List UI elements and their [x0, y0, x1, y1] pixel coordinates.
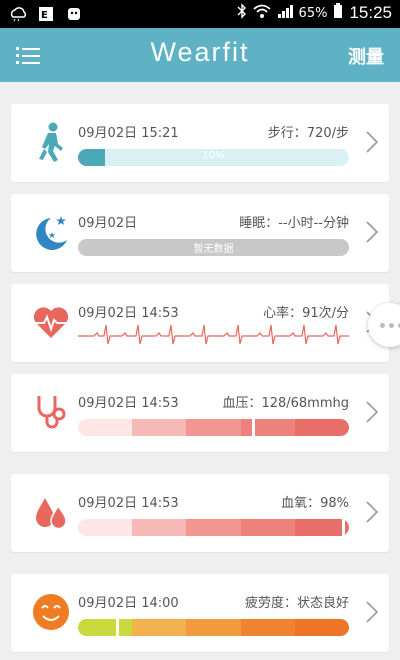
scale-segment: [294, 419, 349, 436]
battery-icon: [333, 3, 343, 23]
scale-segment: [186, 619, 241, 636]
wifi-icon: [252, 3, 271, 23]
sleep-card[interactable]: 09月02日 睡眠：--小时--分钟 暂无数据: [11, 194, 389, 272]
steps-card[interactable]: 09月02日 15:21 步行：720/步 10%: [11, 104, 389, 182]
chevron-right-icon: [365, 600, 379, 624]
blood-pressure-card[interactable]: 09月02日 14:53 血压：128/68mmhg: [11, 374, 389, 452]
fatigue-card[interactable]: 09月02日 14:00 疲劳度：状态良好: [11, 574, 389, 652]
blood-oxygen-scale: [78, 519, 349, 536]
scale-segment: [186, 519, 241, 536]
health-card-list: 09月02日 15:21 步行：720/步 10% 09月02日 睡眠：--小时…: [0, 82, 400, 660]
battery-percent: 65%: [298, 5, 328, 21]
chevron-right-icon: [365, 400, 379, 424]
measure-button[interactable]: 测量: [348, 43, 384, 69]
scale-segment: [240, 619, 295, 636]
chevron-right-icon: [365, 130, 379, 154]
chevron-right-icon: [365, 220, 379, 244]
fatigue-time: 09月02日 14:00: [78, 596, 179, 611]
fatigue-scale: [78, 619, 349, 636]
scale-segment: [186, 419, 241, 436]
steps-time: 09月02日 15:21: [78, 126, 179, 141]
status-bar: E 65% 15:25: [0, 0, 400, 28]
scale-segment: [132, 519, 187, 536]
weather-icon: [8, 4, 28, 24]
scale-segment: [294, 619, 349, 636]
sleep-bar: 暂无数据: [78, 239, 349, 256]
heart-rate-time: 09月02日 14:53: [78, 306, 179, 321]
signal-icon: [277, 3, 293, 23]
scale-segment: [78, 419, 133, 436]
ecg-waveform: [78, 324, 349, 345]
moon-star-icon: [31, 210, 71, 254]
heart-rate-reading: 心率：91次/分: [263, 306, 349, 321]
heart-pulse-icon: [31, 300, 71, 344]
blood-oxygen-card[interactable]: 09月02日 14:53 血氧：98%: [11, 474, 389, 552]
scale-segment: [294, 519, 349, 536]
dot-icon: [379, 322, 385, 328]
clock: 15:25: [349, 3, 392, 22]
walking-icon: [31, 120, 71, 164]
steps-reading: 步行：720/步: [267, 126, 349, 141]
stethoscope-icon: [31, 390, 71, 434]
fatigue-reading: 疲劳度：状态良好: [244, 596, 349, 611]
steps-progress-text: 10%: [202, 150, 225, 161]
sleep-time: 09月02日: [78, 216, 138, 231]
news-icon: E: [36, 4, 56, 24]
fatigue-marker: [116, 619, 119, 636]
scale-segment: [132, 419, 187, 436]
bluetooth-icon: [237, 3, 247, 23]
dot-icon: [388, 322, 394, 328]
blood-oxygen-marker: [342, 519, 345, 536]
blood-pressure-marker: [252, 419, 255, 436]
scale-segment: [132, 619, 187, 636]
heart-rate-card[interactable]: 09月02日 14:53 心率：91次/分: [11, 284, 389, 362]
svg-text:E: E: [41, 10, 48, 21]
android-icon: [64, 4, 84, 24]
blood-oxygen-time: 09月02日 14:53: [78, 496, 179, 511]
steps-progress-bar: 10%: [78, 149, 349, 166]
sleep-reading: 睡眠：--小时--分钟: [239, 216, 349, 231]
blood-pressure-time: 09月02日 14:53: [78, 396, 179, 411]
blood-pressure-scale: [78, 419, 349, 436]
app-title: Wearfit: [150, 37, 250, 67]
scale-segment: [78, 619, 133, 636]
blood-pressure-reading: 血压：128/68mmhg: [222, 396, 349, 411]
scale-segment: [240, 519, 295, 536]
blood-oxygen-reading: 血氧：98%: [281, 496, 349, 511]
app-header: Wearfit 测量: [0, 28, 400, 82]
scale-segment: [240, 419, 295, 436]
smiley-face-icon: [31, 590, 71, 634]
sleep-no-data-text: 暂无数据: [193, 244, 234, 255]
scale-segment: [78, 519, 133, 536]
chevron-right-icon: [365, 500, 379, 524]
blood-drop-icon: [31, 490, 71, 534]
